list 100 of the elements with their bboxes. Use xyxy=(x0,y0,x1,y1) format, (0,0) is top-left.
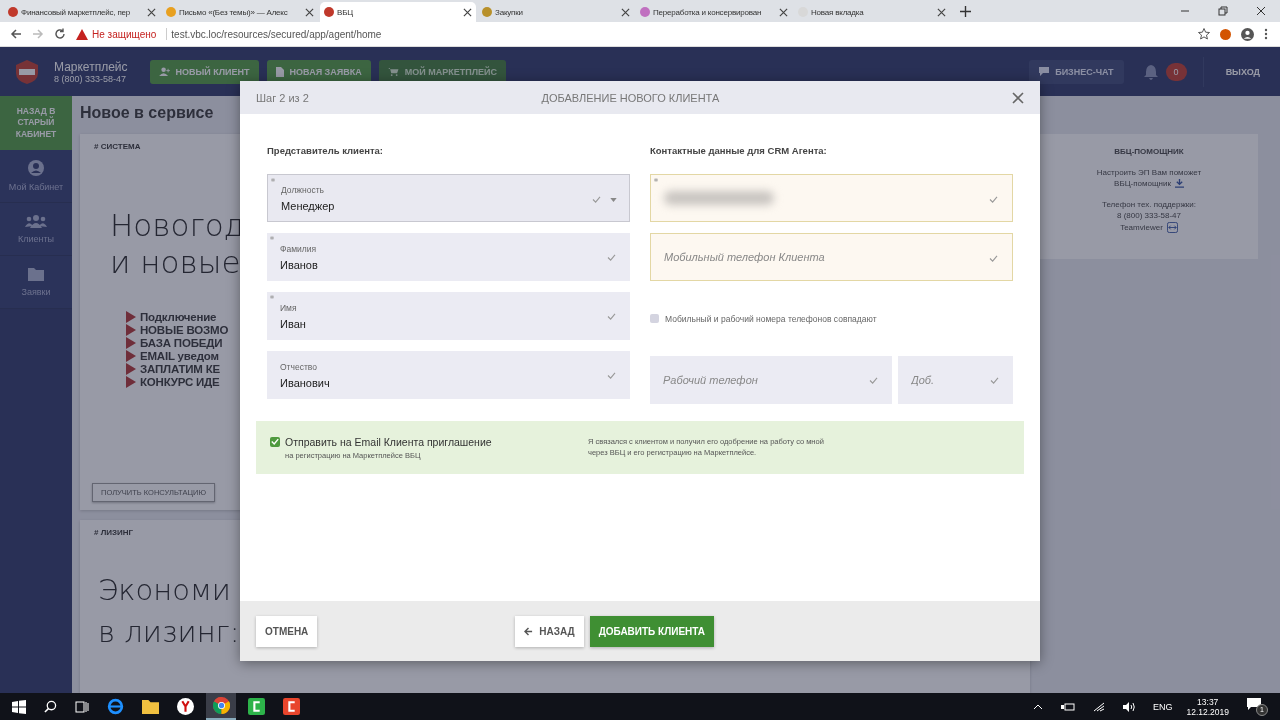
helper-link[interactable]: ВБЦ-помощник xyxy=(1114,179,1171,188)
browser-tab[interactable]: Письмо «(Без темы)» — Алекс xyxy=(162,2,318,22)
bullet-text: ЗАПЛАТИМ КЕ xyxy=(140,363,220,376)
windows-icon[interactable] xyxy=(12,699,26,714)
document-icon xyxy=(275,66,284,77)
bullet-arrow-icon xyxy=(126,311,136,324)
section-heading: Контактные данные для CRM Агента: xyxy=(650,145,828,156)
checkbox-label[interactable]: Мобильный и рабочий номера телефонов совпадают xyxy=(665,313,877,324)
user-icon xyxy=(28,160,44,176)
headline-text: Экономи xyxy=(98,572,231,609)
cart-icon xyxy=(387,67,399,76)
clock[interactable]: 13:37 12.12.2019 xyxy=(1186,696,1229,717)
section-heading: Представитель клиента: xyxy=(267,145,385,156)
warning-icon xyxy=(76,28,88,40)
select-field[interactable]: Должность Менеджер xyxy=(267,174,630,222)
helper-title: ВБЦ-ПОМОЩНИК xyxy=(1114,147,1184,156)
browser-tab[interactable]: Закупки xyxy=(478,2,634,22)
add-client-button[interactable]: ДОБАВИТЬ КЛИЕНТА xyxy=(589,615,714,647)
check-icon xyxy=(989,255,998,262)
brand-name: Маркетплейс xyxy=(54,59,128,74)
notification-badge[interactable]: 0 xyxy=(1165,62,1187,81)
extension-icon[interactable] xyxy=(1220,28,1231,40)
input-field[interactable]: Отчество Иванович xyxy=(267,351,630,399)
close-icon[interactable] xyxy=(937,7,946,17)
chevron-up-icon[interactable] xyxy=(1032,703,1043,710)
bullet-arrow-icon xyxy=(126,337,136,350)
phone-field[interactable]: Рабочий телефон xyxy=(650,356,892,404)
close-icon[interactable] xyxy=(1256,6,1266,16)
bullet-text: Подключение xyxy=(140,311,217,324)
add-user-icon xyxy=(158,67,170,76)
checkbox[interactable] xyxy=(650,314,659,323)
email-field[interactable] xyxy=(650,174,1013,222)
bullet-arrow-icon xyxy=(126,350,136,363)
wifi-icon[interactable] xyxy=(1092,701,1105,712)
download-icon[interactable] xyxy=(1174,179,1184,188)
check-icon xyxy=(607,254,616,261)
folder-icon xyxy=(28,267,44,281)
browser-tab[interactable]: Новая вкладка xyxy=(794,2,950,22)
browser-icon xyxy=(212,697,230,714)
app-icon[interactable] xyxy=(283,698,300,715)
teamviewer-link[interactable]: Teamviewer xyxy=(1120,223,1163,232)
profile-icon[interactable] xyxy=(1241,27,1254,41)
browser-icon[interactable] xyxy=(177,698,194,715)
people-icon xyxy=(25,214,47,228)
arrow-left-icon xyxy=(524,626,534,636)
teamviewer-icon[interactable] xyxy=(1166,222,1178,233)
app-icon[interactable] xyxy=(248,698,265,715)
checkbox[interactable] xyxy=(270,436,280,447)
close-icon[interactable] xyxy=(463,7,472,17)
menu-icon[interactable] xyxy=(1264,28,1268,40)
phone-field[interactable]: Мобильный телефон Клиента xyxy=(651,234,1012,280)
close-icon[interactable] xyxy=(147,7,156,17)
close-icon[interactable] xyxy=(305,7,314,17)
dialog-title: ДОБАВЛЕНИЕ НОВОГО КЛИЕНТА xyxy=(541,91,720,104)
input-field[interactable]: Фамилия Иванов xyxy=(267,233,630,281)
security-status[interactable]: Не защищено xyxy=(92,28,157,40)
star-icon[interactable] xyxy=(1198,28,1210,40)
new-tab-icon[interactable] xyxy=(960,6,971,17)
task-view-icon[interactable] xyxy=(75,700,89,713)
back-button[interactable]: НАЗАД xyxy=(515,615,584,647)
support-label: Телефон тех. поддержки: xyxy=(1101,200,1197,209)
cancel-button[interactable]: ОТМЕНА xyxy=(256,615,318,647)
reload-icon[interactable] xyxy=(54,28,66,40)
browser-tab[interactable]: ВБЦ xyxy=(320,2,476,22)
check-icon xyxy=(607,313,616,320)
search-icon[interactable] xyxy=(44,700,57,713)
browser-tab[interactable]: Финансовый маркетплейс, пер xyxy=(4,2,160,22)
logout-button[interactable]: ВЫХОД xyxy=(1219,65,1266,78)
language-indicator[interactable]: ENG xyxy=(1152,701,1173,712)
close-icon[interactable] xyxy=(779,7,788,17)
check-icon xyxy=(989,196,998,203)
bullet-arrow-icon xyxy=(126,324,136,337)
chat-icon xyxy=(1039,67,1050,76)
check-icon xyxy=(592,196,601,203)
support-phone: 8 (800) 333-58-47 xyxy=(1116,211,1181,220)
page-title: Новое в сервисе xyxy=(80,104,215,122)
folder-icon[interactable] xyxy=(142,699,159,714)
message-icon xyxy=(1247,697,1261,710)
bullet-arrow-icon xyxy=(126,363,136,376)
check-icon xyxy=(271,438,279,445)
taskbar-button[interactable] xyxy=(206,693,236,720)
bullet-text: EMAIL уведом xyxy=(140,350,219,363)
bullet-text: НОВЫЕ ВОЗМО xyxy=(140,324,229,337)
address-field[interactable]: test.vbc.loc/resources/secured/app/agent/home xyxy=(171,28,382,40)
browser-icon[interactable] xyxy=(107,698,124,715)
logo-icon[interactable] xyxy=(14,58,40,85)
battery-icon[interactable] xyxy=(1060,702,1075,711)
step-indicator: Шаг 2 из 2 xyxy=(256,91,309,104)
speaker-icon[interactable] xyxy=(1122,701,1135,712)
close-icon[interactable] xyxy=(1012,91,1024,104)
browser-tab[interactable]: Переработка и консервирован xyxy=(636,2,792,22)
checkbox-label[interactable]: Отправить на Email Клиента приглашение xyxy=(285,435,492,448)
back-arrow-icon[interactable] xyxy=(10,28,22,40)
input-field[interactable]: Имя Иван xyxy=(267,292,630,340)
bullet-text: КОНКУРС ИДЕ xyxy=(140,376,220,389)
close-icon[interactable] xyxy=(621,7,630,17)
check-icon xyxy=(607,372,616,379)
restore-icon[interactable] xyxy=(1218,6,1228,16)
caret-icon xyxy=(610,198,617,202)
headline-text: в лизинг: xyxy=(98,614,240,652)
